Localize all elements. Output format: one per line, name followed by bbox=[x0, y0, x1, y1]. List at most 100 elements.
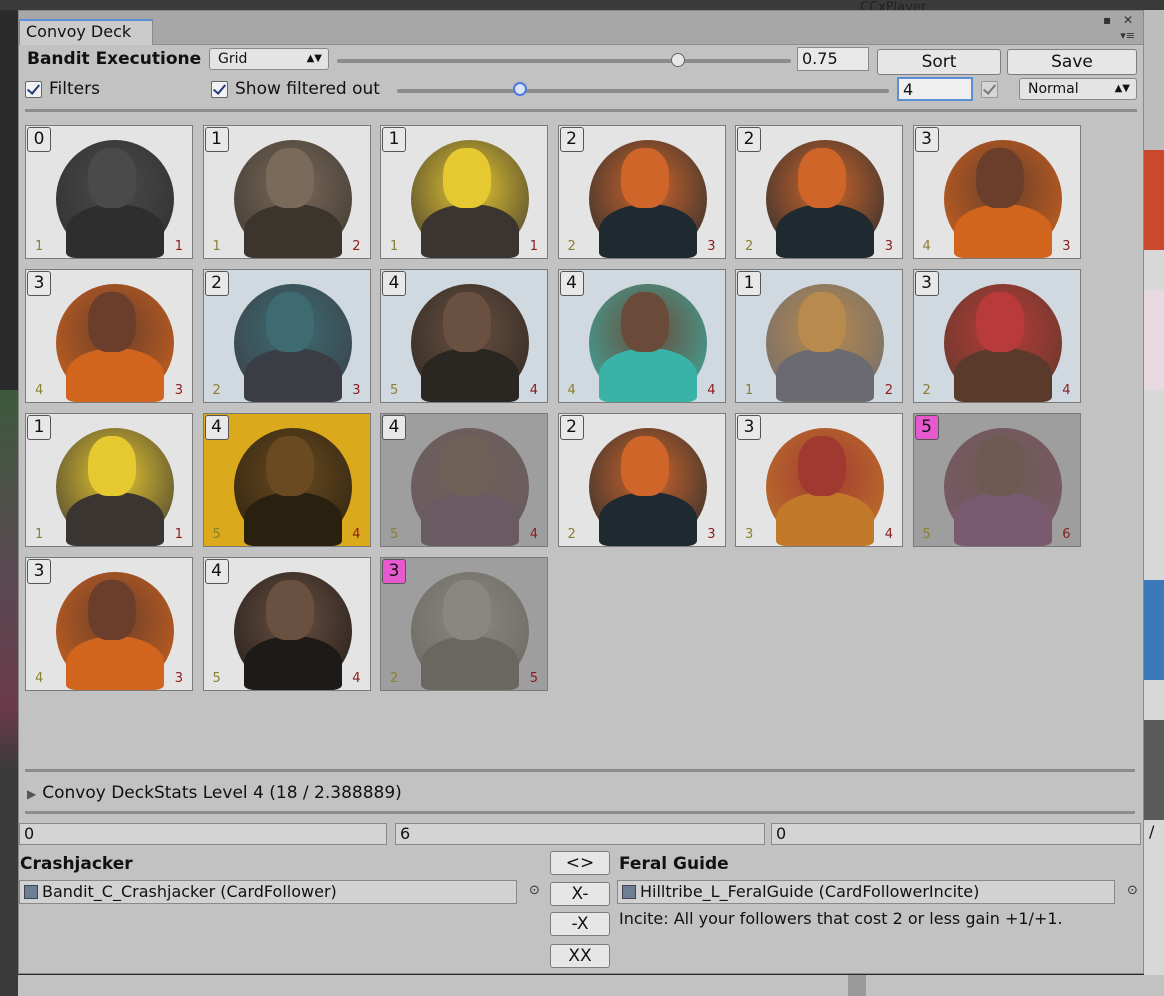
grid-divider bbox=[25, 769, 1135, 772]
card[interactable]: 2 2 3 bbox=[557, 413, 726, 547]
card-cost-badge: 5 bbox=[914, 415, 939, 440]
card-portrait bbox=[56, 140, 174, 258]
card-cost-badge: 2 bbox=[204, 271, 229, 296]
card[interactable]: 1 1 2 bbox=[202, 125, 371, 259]
card-attack: 1 bbox=[35, 239, 44, 254]
filters-checkbox[interactable] bbox=[25, 81, 42, 98]
deck-stats-foldout[interactable]: ▶ Convoy DeckStats Level 4 (18 / 2.388889… bbox=[27, 783, 402, 803]
card[interactable]: 0 1 1 bbox=[25, 125, 193, 259]
tab-convoy-deck[interactable]: Convoy Deck bbox=[19, 19, 153, 45]
card-portrait-head bbox=[265, 436, 314, 496]
card-health: 1 bbox=[174, 527, 183, 542]
card[interactable]: 3 3 4 bbox=[735, 413, 903, 547]
mode-dropdown[interactable]: Normal ▲▼ bbox=[1019, 78, 1137, 100]
left-card-object-field[interactable]: Bandit_C_Crashjacker (CardFollower) bbox=[19, 880, 517, 904]
card-portrait bbox=[56, 572, 174, 690]
card[interactable]: 2 2 3 bbox=[735, 125, 903, 259]
swap-button[interactable]: <> bbox=[550, 851, 610, 875]
filters-label: Filters bbox=[49, 79, 100, 99]
card-health: 4 bbox=[884, 527, 893, 542]
left-card-object-name: Bandit_C_Crashjacker (CardFollower) bbox=[42, 882, 337, 901]
window-menu-icon[interactable]: ▾≡ bbox=[1120, 29, 1135, 42]
card-attack: 5 bbox=[212, 671, 221, 686]
card-health: 5 bbox=[529, 671, 538, 686]
layout-dropdown[interactable]: Grid ▲▼ bbox=[209, 48, 329, 70]
level-field[interactable]: 4 bbox=[897, 77, 973, 101]
x-minus-button[interactable]: X- bbox=[550, 882, 610, 906]
stat-field-a[interactable]: 0 bbox=[19, 823, 387, 845]
card-cost-badge: 4 bbox=[204, 415, 229, 440]
card[interactable]: 4 5 4 bbox=[380, 413, 548, 547]
right-object-picker-icon[interactable]: ⊙ bbox=[1127, 883, 1138, 898]
card-portrait bbox=[233, 572, 352, 690]
card-portrait bbox=[766, 140, 884, 258]
card[interactable]: 2 2 3 bbox=[557, 125, 726, 259]
card[interactable]: 4 5 4 bbox=[380, 269, 548, 403]
card-health: 3 bbox=[1062, 239, 1071, 254]
card-portrait-head bbox=[798, 436, 846, 496]
card-portrait-head bbox=[88, 436, 136, 496]
card[interactable]: 1 1 2 bbox=[735, 269, 903, 403]
minus-x-button[interactable]: -X bbox=[550, 912, 610, 936]
close-icon[interactable]: ✕ bbox=[1123, 13, 1133, 27]
card-attack: 1 bbox=[35, 527, 44, 542]
card[interactable]: 3 2 5 bbox=[380, 557, 548, 691]
card[interactable]: 3 2 4 bbox=[912, 269, 1081, 403]
card-cost-badge: 3 bbox=[914, 271, 939, 296]
card-health: 3 bbox=[174, 671, 183, 686]
show-filtered-checkbox[interactable] bbox=[211, 81, 228, 98]
card-portrait-body bbox=[421, 204, 519, 258]
card[interactable]: 3 4 3 bbox=[25, 269, 193, 403]
stat-field-c[interactable]: 0 bbox=[771, 823, 1141, 845]
card-portrait bbox=[411, 428, 529, 546]
card-portrait-head bbox=[443, 292, 491, 352]
right-card-object-field[interactable]: Hilltribe_L_FeralGuide (CardFollowerInci… bbox=[617, 880, 1115, 904]
zoom-slider-thumb[interactable] bbox=[670, 53, 685, 67]
card-portrait bbox=[766, 284, 884, 402]
level-slider-track[interactable] bbox=[397, 89, 889, 93]
card[interactable]: 1 1 1 bbox=[380, 125, 548, 259]
card-health: 3 bbox=[352, 383, 361, 398]
zoom-slider-track[interactable] bbox=[337, 59, 791, 63]
card[interactable]: 2 2 3 bbox=[202, 269, 371, 403]
card-portrait-body bbox=[243, 348, 342, 402]
card-portrait-body bbox=[776, 348, 874, 402]
card[interactable]: 4 4 4 bbox=[557, 269, 726, 403]
level-lock-checkbox[interactable] bbox=[981, 81, 998, 98]
mode-dropdown-value: Normal bbox=[1028, 81, 1079, 97]
sort-button[interactable]: Sort bbox=[877, 49, 1001, 75]
background-bottom bbox=[18, 975, 1164, 996]
card[interactable]: 1 1 1 bbox=[25, 413, 193, 547]
card-attack: 5 bbox=[922, 527, 931, 542]
card[interactable]: 5 5 6 bbox=[912, 413, 1081, 547]
card-portrait-head bbox=[975, 148, 1024, 208]
maximize-icon[interactable]: ▪ bbox=[1103, 13, 1111, 27]
card[interactable]: 4 5 4 bbox=[202, 413, 371, 547]
xx-button[interactable]: XX bbox=[550, 944, 610, 968]
card[interactable]: 4 5 4 bbox=[202, 557, 371, 691]
card[interactable]: 3 4 3 bbox=[912, 125, 1081, 259]
card-attack: 5 bbox=[390, 527, 399, 542]
window-controls: ▪ ✕ bbox=[1095, 13, 1133, 27]
card-cost-badge: 0 bbox=[27, 127, 51, 152]
stats-slash: / bbox=[1149, 822, 1155, 841]
zoom-field[interactable]: 0.75 bbox=[797, 47, 869, 71]
card-portrait-body bbox=[776, 204, 874, 258]
card-portrait-head bbox=[88, 292, 136, 352]
background-card-strip bbox=[1144, 580, 1164, 680]
card-cost-badge: 1 bbox=[737, 271, 761, 296]
card-portrait-head bbox=[620, 436, 669, 496]
card-portrait bbox=[233, 428, 352, 546]
stat-field-b[interactable]: 6 bbox=[395, 823, 765, 845]
card-attack: 2 bbox=[567, 239, 576, 254]
card-portrait-body bbox=[953, 204, 1052, 258]
card-portrait-body bbox=[243, 492, 342, 546]
card[interactable]: 3 4 3 bbox=[25, 557, 193, 691]
card-cost-badge: 4 bbox=[559, 271, 584, 296]
save-button[interactable]: Save bbox=[1007, 49, 1137, 75]
card-attack: 5 bbox=[212, 527, 221, 542]
card-portrait bbox=[766, 428, 884, 546]
card-portrait-body bbox=[953, 492, 1052, 546]
left-object-picker-icon[interactable]: ⊙ bbox=[529, 883, 540, 898]
level-slider-thumb[interactable] bbox=[513, 82, 527, 96]
